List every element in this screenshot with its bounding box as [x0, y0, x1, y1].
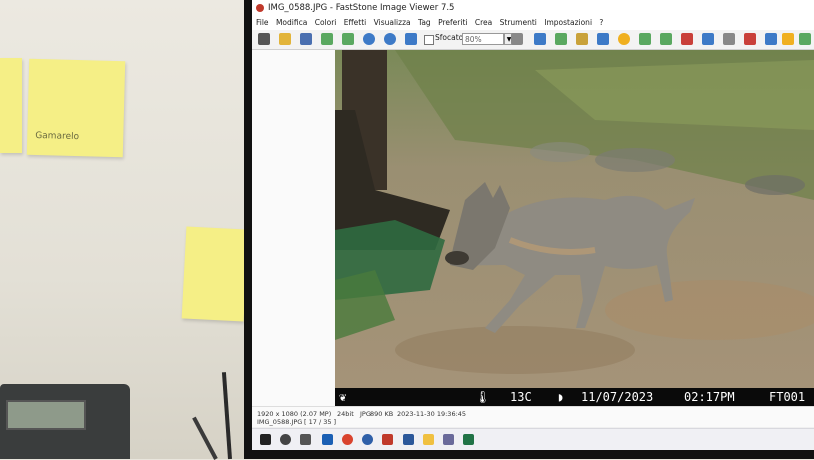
status-resolution: 1920 x 1080 (2.07 MP): [257, 410, 332, 418]
menu-crea[interactable]: Crea: [475, 18, 492, 27]
edit-icon[interactable]: [576, 33, 588, 45]
sfocato-label: Sfocato: [435, 33, 464, 42]
outlook-icon[interactable]: [322, 434, 333, 445]
excel-icon[interactable]: [463, 434, 474, 445]
camera-brand-logo: ❦: [339, 390, 347, 404]
hand-icon[interactable]: [511, 33, 523, 45]
compare-icon[interactable]: [702, 33, 714, 45]
menu-colori[interactable]: Colori: [315, 18, 337, 27]
adjust-icon[interactable]: [639, 33, 651, 45]
zoom-out-icon[interactable]: [384, 33, 396, 45]
status-bar: 1920 x 1080 (2.07 MP) 24bit JPG 890 KB 2…: [252, 406, 814, 427]
camera-icon[interactable]: [258, 33, 270, 45]
rotate-left-icon[interactable]: [660, 33, 672, 45]
rotate-right-icon[interactable]: [681, 33, 693, 45]
menu-bar: File Modifica Colori Effetti Visualizza …: [252, 16, 814, 30]
sticky-note: [0, 58, 22, 153]
settings-icon[interactable]: [765, 33, 777, 45]
status-position: [ 17 / 35 ]: [304, 418, 337, 426]
zoom-in-icon[interactable]: [363, 33, 375, 45]
office-wall: Gamarelo: [0, 0, 250, 460]
trail-camera-overlay: ❦ 🌡 13C ◗ 11/07/2023 02:17PM FT001: [335, 388, 814, 406]
fit-window-icon[interactable]: [405, 33, 417, 45]
sticky-note-text: Gamarelo: [35, 130, 80, 143]
chrome-icon[interactable]: [342, 434, 353, 445]
email-icon[interactable]: [744, 33, 756, 45]
toolbar: Sfocato 80% ▼: [252, 30, 814, 50]
thermometer-icon: 🌡: [475, 390, 491, 404]
moon-phase-icon: ◗: [557, 390, 565, 404]
menu-modifica[interactable]: Modifica: [276, 18, 307, 27]
menu-file[interactable]: File: [256, 18, 269, 27]
faststone-taskbar-icon[interactable]: [382, 434, 393, 445]
app-icon[interactable]: [362, 434, 373, 445]
sticky-note: [181, 226, 249, 322]
desk-phone: [0, 384, 130, 459]
menu-visualizza[interactable]: Visualizza: [374, 18, 411, 27]
save-icon[interactable]: [300, 33, 312, 45]
phone-display: [6, 400, 86, 430]
brightness-icon[interactable]: [618, 33, 630, 45]
print-icon[interactable]: [782, 33, 794, 45]
export-icon[interactable]: [342, 33, 354, 45]
draw-icon[interactable]: [597, 33, 609, 45]
menu-help[interactable]: ?: [599, 18, 603, 27]
faststone-app-icon: [256, 4, 264, 12]
open-folder-icon[interactable]: [279, 33, 291, 45]
task-view-icon[interactable]: [300, 434, 311, 445]
menu-preferiti[interactable]: Preferiti: [438, 18, 467, 27]
pencil: [221, 372, 232, 460]
status-filename: IMG_0588.JPG: [257, 418, 303, 426]
file-explorer-icon[interactable]: [423, 434, 434, 445]
status-filesize: 890 KB: [370, 410, 394, 418]
window-title: IMG_0588.JPG - FastStone Image Viewer 7.…: [268, 3, 455, 13]
wallpaper-icon[interactable]: [799, 33, 811, 45]
word-icon[interactable]: [403, 434, 414, 445]
pencil: [192, 416, 218, 460]
menu-impostazioni[interactable]: Impostazioni: [544, 18, 592, 27]
image-canvas: ❦ 🌡 13C ◗ 11/07/2023 02:17PM FT001: [252, 50, 814, 406]
windows-taskbar: [252, 428, 814, 450]
windows-start-icon[interactable]: [260, 434, 271, 445]
overlay-temperature: 13C: [510, 390, 532, 404]
sticky-note: Gamarelo: [26, 58, 126, 158]
overlay-time: 02:17PM: [684, 390, 735, 404]
zoom-select[interactable]: 80%: [462, 33, 504, 45]
search-icon[interactable]: [280, 434, 291, 445]
photo-illustration: [335, 50, 814, 388]
title-bar: IMG_0588.JPG - FastStone Image Viewer 7.…: [252, 0, 814, 16]
overlay-camera-id: FT001: [769, 390, 806, 404]
status-datetime: 2023-11-30 19:36:45: [397, 410, 467, 418]
menu-effetti[interactable]: Effetti: [344, 18, 367, 27]
status-bitdepth: 24bit: [337, 410, 354, 418]
acquire-icon[interactable]: [321, 33, 333, 45]
sfocato-checkbox[interactable]: [424, 35, 434, 45]
menu-strumenti[interactable]: Strumenti: [500, 18, 537, 27]
overlay-date: 11/07/2023: [581, 390, 654, 404]
resize-icon[interactable]: [534, 33, 546, 45]
app-icon-2[interactable]: [443, 434, 454, 445]
crop-icon[interactable]: [555, 33, 567, 45]
menu-tag[interactable]: Tag: [418, 18, 431, 27]
slideshow-icon[interactable]: [723, 33, 735, 45]
monitor-screen: IMG_0588.JPG - FastStone Image Viewer 7.…: [252, 0, 814, 450]
wolf-trailcam-photo: ❦ 🌡 13C ◗ 11/07/2023 02:17PM FT001: [335, 50, 814, 406]
